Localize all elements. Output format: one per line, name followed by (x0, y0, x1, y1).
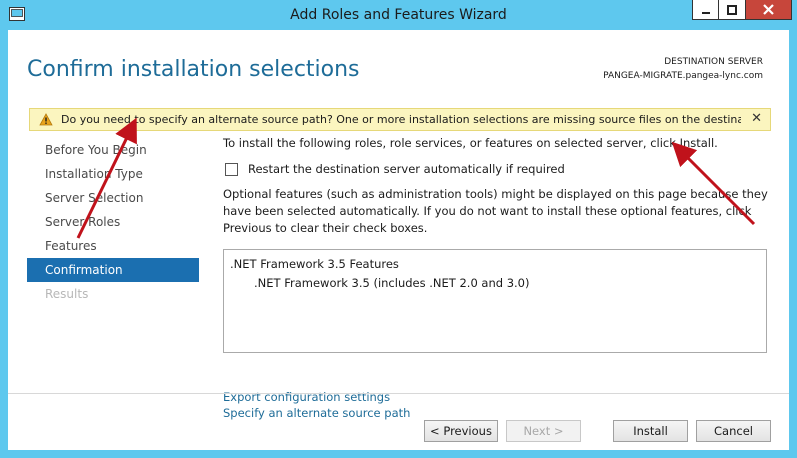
restart-option[interactable]: Restart the destination server automatic… (223, 162, 565, 176)
alternate-source-link[interactable]: Specify an alternate source path (223, 406, 410, 420)
nav-item-results: Results (45, 287, 89, 301)
window-title: Add Roles and Features Wizard (290, 7, 507, 23)
restart-checkbox[interactable] (225, 162, 238, 176)
title-bar: Add Roles and Features Wizard (0, 0, 797, 30)
maximize-icon (727, 4, 737, 15)
list-item: .NET Framework 3.5 Features (230, 257, 399, 271)
nav-item-server-roles[interactable]: Server Roles (27, 210, 199, 234)
warning-banner: Do you need to specify an alternate sour… (29, 108, 771, 131)
nav-item-server-selection[interactable]: Server Selection (27, 186, 199, 210)
minimize-button[interactable] (692, 0, 719, 20)
list-item: .NET Framework 3.5 (includes .NET 2.0 an… (254, 276, 530, 290)
nav-item-confirmation[interactable]: Confirmation (27, 258, 199, 282)
close-icon (763, 4, 774, 15)
cancel-button[interactable]: Cancel (696, 420, 771, 442)
restart-checkbox-label[interactable]: Restart the destination server automatic… (248, 162, 565, 176)
page-title: Confirm installation selections (27, 57, 360, 82)
nav-item-features[interactable]: Features (27, 234, 199, 258)
destination-label: DESTINATION SERVER (664, 57, 763, 67)
previous-button[interactable]: < Previous (424, 420, 498, 442)
minimize-icon (701, 11, 710, 14)
footer-divider (8, 393, 789, 394)
install-button[interactable]: Install (613, 420, 688, 442)
wizard-body: Confirm installation selections DESTINAT… (8, 30, 789, 450)
wizard-nav: Before You Begin Installation Type Serve… (27, 138, 199, 306)
close-button[interactable] (746, 0, 792, 20)
maximize-button[interactable] (719, 0, 746, 20)
warning-close-button[interactable]: ✕ (751, 111, 762, 126)
next-button[interactable]: Next > (506, 420, 581, 442)
optional-features-note: Optional features (such as administratio… (223, 187, 768, 235)
main-content: To install the following roles, role ser… (223, 136, 775, 420)
warning-text[interactable]: Do you need to specify an alternate sour… (61, 113, 741, 126)
intro-text: To install the following roles, role ser… (223, 136, 718, 150)
selections-list[interactable]: .NET Framework 3.5 Features .NET Framewo… (223, 249, 767, 353)
warning-icon (39, 113, 53, 126)
destination-name: PANGEA-MIGRATE.pangea-lync.com (603, 71, 763, 81)
nav-item-before-you-begin[interactable]: Before You Begin (27, 138, 199, 162)
nav-item-installation-type[interactable]: Installation Type (27, 162, 199, 186)
destination-server: DESTINATION SERVER PANGEA-MIGRATE.pangea… (603, 55, 763, 83)
